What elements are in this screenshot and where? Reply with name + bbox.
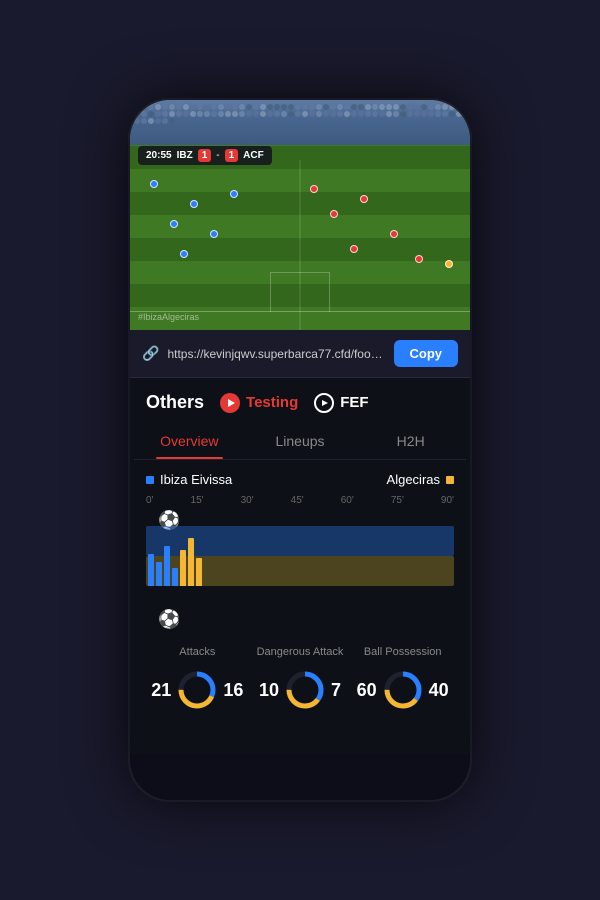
teams-row: Ibiza Eivissa Algeciras bbox=[130, 460, 470, 491]
team-home-name: Ibiza Eivissa bbox=[160, 472, 232, 487]
stats-labels: Attacks Dangerous Attack Ball Possession bbox=[146, 646, 454, 658]
bar-blue bbox=[156, 562, 162, 586]
bar-yellow bbox=[196, 558, 202, 586]
team-away-abbr: ACF bbox=[243, 150, 264, 161]
watermark: #IbizaAlgeciras bbox=[138, 312, 199, 322]
timeline-chart: ⚽ ⚽ bbox=[146, 510, 454, 630]
bar-blue bbox=[172, 568, 178, 586]
team-home: Ibiza Eivissa bbox=[146, 472, 232, 487]
bar-blue bbox=[164, 546, 170, 586]
timeline: 0' 15' 30' 45' 60' 75' 90' ⚽ bbox=[130, 491, 470, 630]
dangerous-donut bbox=[283, 668, 327, 712]
player-dot bbox=[445, 260, 453, 268]
player-dot bbox=[190, 200, 198, 208]
main-content: Others Testing FEF Overview Lineups H2H bbox=[130, 378, 470, 754]
match-time: 20:55 bbox=[146, 150, 172, 161]
player-dot bbox=[210, 230, 218, 238]
possession-right-value: 40 bbox=[429, 680, 449, 701]
url-bar: 🔗 https://kevinjqwv.superbarca77.cfd/foo… bbox=[130, 330, 470, 378]
score-overlay: 20:55 IBZ 1 - 1 ACF bbox=[138, 146, 272, 165]
source-tabs: Others Testing FEF bbox=[130, 378, 470, 423]
team-away-name: Algeciras bbox=[387, 472, 440, 487]
source-testing-button[interactable]: Testing bbox=[220, 393, 298, 413]
video-section: 20:55 IBZ 1 - 1 ACF #IbizaAlgeciras bbox=[130, 100, 470, 330]
stat-attacks-label: Attacks bbox=[146, 646, 249, 658]
attacks-left-value: 21 bbox=[151, 680, 171, 701]
stat-possession: 60 40 bbox=[351, 668, 454, 712]
bar-yellow bbox=[180, 550, 186, 586]
stats-values: 21 16 10 7 bbox=[146, 668, 454, 712]
team-home-indicator bbox=[146, 476, 154, 484]
dangerous-right-value: 7 bbox=[331, 680, 341, 701]
fef-play-icon bbox=[314, 393, 334, 413]
player-dot bbox=[310, 185, 318, 193]
stat-dangerous-label: Dangerous Attack bbox=[249, 646, 352, 658]
timeline-labels: 0' 15' 30' 45' 60' 75' 90' bbox=[146, 495, 454, 506]
player-dot bbox=[415, 255, 423, 263]
stats-section: Attacks Dangerous Attack Ball Possession… bbox=[130, 630, 470, 724]
tab-h2h[interactable]: H2H bbox=[355, 423, 466, 459]
possession-left-value: 60 bbox=[357, 680, 377, 701]
team-home-abbr: IBZ bbox=[177, 150, 193, 161]
tab-lineups[interactable]: Lineups bbox=[245, 423, 356, 459]
dangerous-left-value: 10 bbox=[259, 680, 279, 701]
player-dot bbox=[390, 230, 398, 238]
stat-attacks: 21 16 bbox=[146, 668, 249, 712]
ball-bottom-icon: ⚽ bbox=[158, 609, 180, 630]
player-dot bbox=[180, 250, 188, 258]
copy-button[interactable]: Copy bbox=[394, 340, 459, 367]
attacks-right-value: 16 bbox=[223, 680, 243, 701]
stat-dangerous: 10 7 bbox=[249, 668, 352, 712]
bottom-fade bbox=[130, 724, 470, 754]
source-testing-label: Testing bbox=[246, 394, 298, 411]
link-icon: 🔗 bbox=[142, 345, 159, 362]
testing-play-icon bbox=[220, 393, 240, 413]
player-dot bbox=[360, 195, 368, 203]
tab-overview[interactable]: Overview bbox=[134, 423, 245, 459]
stat-possession-label: Ball Possession bbox=[351, 646, 454, 658]
player-dot bbox=[330, 210, 338, 218]
player-dot bbox=[350, 245, 358, 253]
source-fef-label: FEF bbox=[340, 394, 368, 411]
source-fef-button[interactable]: FEF bbox=[314, 393, 368, 413]
timeline-bars bbox=[146, 526, 202, 586]
team-away: Algeciras bbox=[387, 472, 454, 487]
possession-donut bbox=[381, 668, 425, 712]
player-dot bbox=[170, 220, 178, 228]
bar-yellow bbox=[188, 538, 194, 586]
attacks-donut bbox=[175, 668, 219, 712]
team-away-indicator bbox=[446, 476, 454, 484]
nav-tabs: Overview Lineups H2H bbox=[134, 423, 466, 460]
bar-blue bbox=[148, 554, 154, 586]
phone-frame: 20:55 IBZ 1 - 1 ACF #IbizaAlgeciras 🔗 ht… bbox=[130, 100, 470, 800]
player-dot bbox=[150, 180, 158, 188]
source-others-label: Others bbox=[146, 392, 204, 413]
score-away: 1 bbox=[225, 149, 239, 162]
player-dot bbox=[230, 190, 238, 198]
score-home: 1 bbox=[198, 149, 212, 162]
url-text: https://kevinjqwv.superbarca77.cfd/footb… bbox=[167, 347, 385, 361]
